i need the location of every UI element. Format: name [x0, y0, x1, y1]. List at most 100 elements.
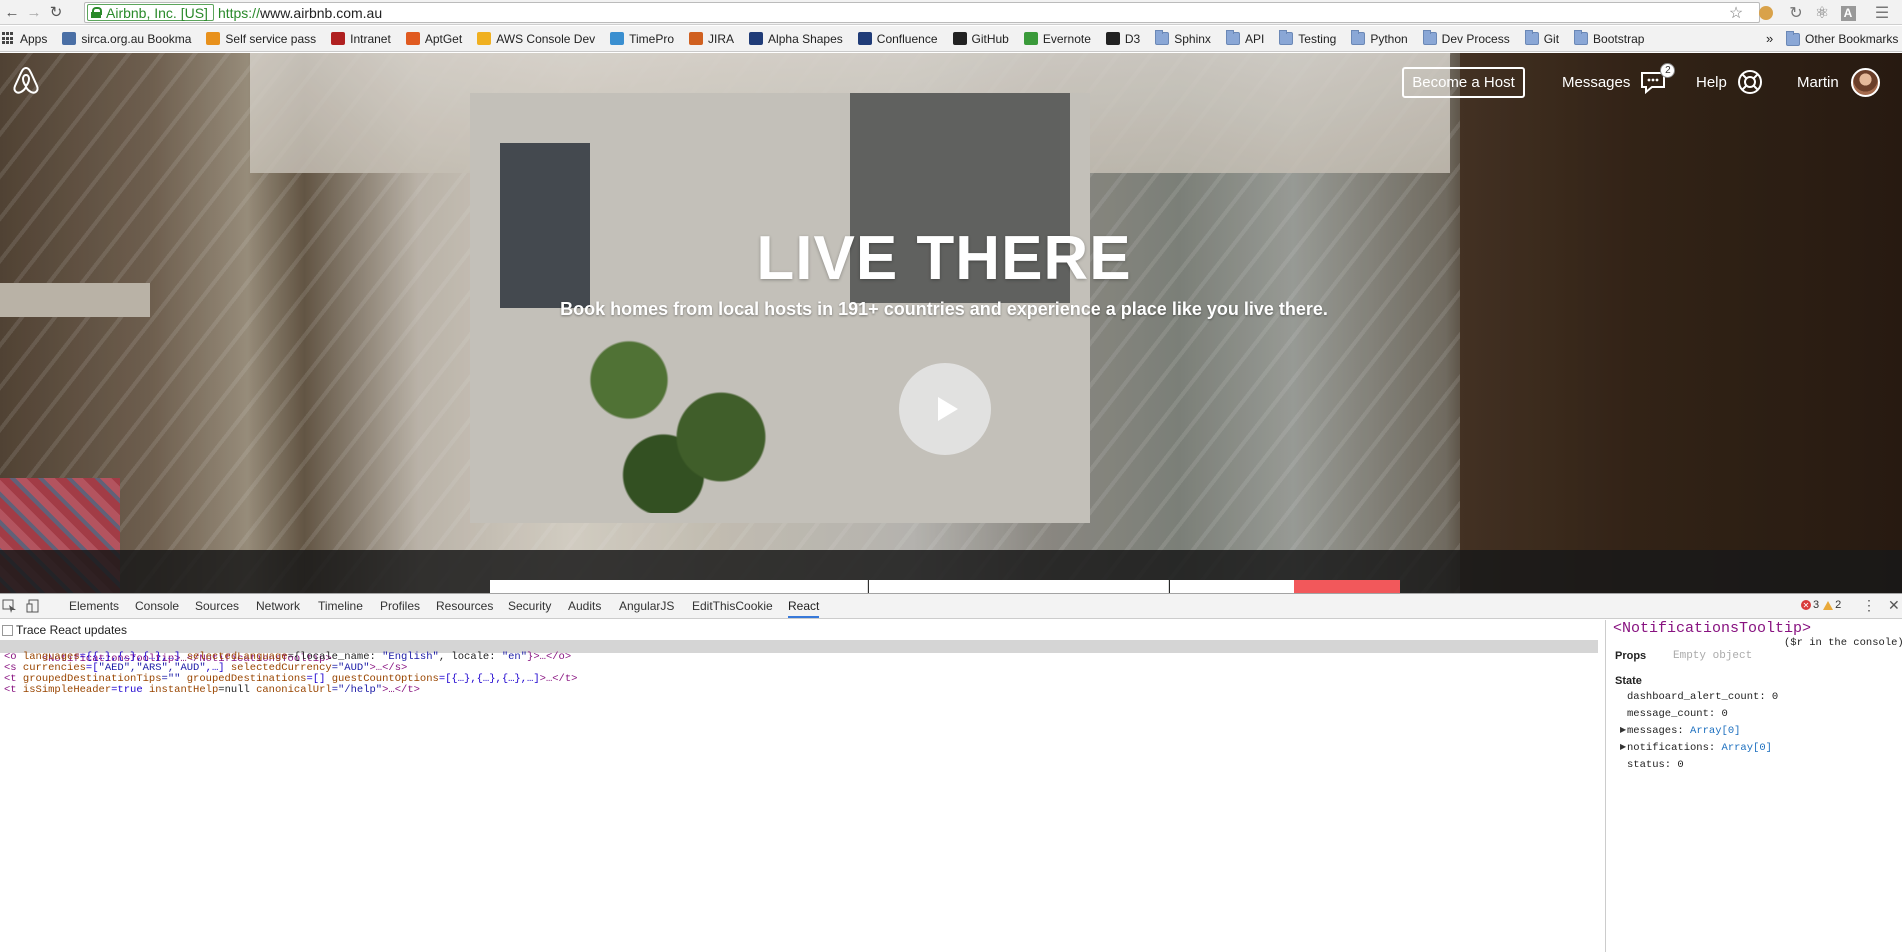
prop-value: =null — [218, 684, 250, 696]
bookmark-item[interactable]: TimePro — [610, 32, 674, 46]
bookmark-item[interactable]: Evernote — [1023, 32, 1091, 46]
play-video-button[interactable] — [899, 363, 991, 455]
bookmark-item[interactable]: Confluence — [857, 32, 938, 46]
airbnb-logo[interactable] — [12, 65, 40, 95]
bookmark-item[interactable]: D3 — [1105, 31, 1141, 46]
trace-updates-checkbox[interactable] — [2, 624, 13, 636]
device-mode-icon[interactable] — [26, 599, 42, 613]
bookmark-item[interactable]: GitHub — [952, 32, 1009, 46]
folder-icon — [1279, 30, 1294, 45]
state-row-expandable[interactable]: ▶ notifications: Array[0] — [1620, 742, 1772, 754]
tree-node-tag: <t — [4, 684, 17, 696]
url-host: www.airbnb.com.au — [259, 4, 383, 21]
tab-audits[interactable]: Audits — [568, 594, 601, 618]
bookmark-item[interactable]: Self service pass — [206, 32, 316, 46]
dates-input[interactable] — [869, 580, 1169, 593]
bookmark-item[interactable]: Python — [1351, 30, 1408, 46]
bookmark-item[interactable]: Apps — [2, 32, 47, 46]
guests-select[interactable] — [1170, 580, 1294, 593]
bookmark-item[interactable]: Testing — [1279, 30, 1336, 46]
tree-node[interactable]: <t isSimpleHeader=true instantHelp=null … — [4, 684, 420, 697]
other-bookmarks[interactable]: Other Bookmarks — [1786, 30, 1898, 46]
forward-icon[interactable]: → — [24, 2, 44, 22]
star-icon[interactable]: ☆ — [1726, 3, 1746, 23]
font-extension-icon[interactable]: A — [1838, 3, 1858, 23]
messages-link[interactable]: Messages 2 — [1562, 63, 1676, 99]
bookmark-label: TimePro — [629, 31, 675, 46]
page-viewport: Become a Host Messages 2 Help Martin LIV… — [0, 53, 1902, 593]
aws-icon — [477, 32, 492, 45]
state-key: notifications: — [1627, 742, 1722, 754]
folder-icon — [1524, 30, 1539, 45]
jira-icon — [689, 32, 704, 45]
extension-refresh-icon[interactable]: ↻ — [1786, 3, 1806, 23]
user-name: Martin — [1797, 73, 1839, 91]
bookmark-item[interactable]: AptGet — [405, 32, 462, 46]
bookmark-label: Intranet — [350, 31, 391, 46]
address-bar[interactable]: Airbnb, Inc. [US] https:// www.airbnb.co… — [84, 2, 1760, 23]
profile-menu[interactable]: Martin — [1797, 65, 1880, 99]
tab-sources[interactable]: Sources — [195, 594, 239, 618]
tab-console[interactable]: Console — [135, 594, 179, 618]
tab-angularjs[interactable]: AngularJS — [619, 594, 674, 618]
confluence-x-icon — [857, 32, 872, 45]
state-value: Array[0] — [1690, 725, 1741, 737]
menu-icon[interactable]: ☰ — [1872, 3, 1892, 23]
props-heading: Props — [1615, 650, 1647, 662]
tab-profiles[interactable]: Profiles — [380, 594, 420, 618]
bookmark-item[interactable]: Dev Process — [1422, 30, 1510, 46]
become-host-button[interactable]: Become a Host — [1402, 67, 1525, 98]
bookmark-label: sirca.org.au Bookma — [81, 31, 192, 46]
hero-title: LIVE THERE — [756, 224, 1132, 293]
state-heading: State — [1615, 675, 1642, 687]
expand-arrow-icon[interactable]: ▶ — [1620, 742, 1626, 752]
tab-resources[interactable]: Resources — [436, 594, 493, 618]
bookmark-item[interactable]: Sphinx — [1155, 30, 1211, 46]
state-row-expandable[interactable]: ▶ messages: Array[0] — [1620, 725, 1741, 737]
more-options-icon[interactable]: ⋮ — [1862, 597, 1876, 614]
react-extension-icon[interactable]: ⚛ — [1812, 3, 1832, 23]
console-error-summary[interactable]: ✕ 3 2 — [1801, 599, 1841, 611]
bookmark-item[interactable]: Bootstrap — [1574, 30, 1644, 46]
tab-react[interactable]: React — [788, 594, 820, 618]
state-row[interactable]: message_count: 0 — [1627, 708, 1728, 720]
close-icon[interactable]: ✕ — [1888, 597, 1900, 614]
tree-node-tag: >…</t> — [382, 684, 420, 696]
bookmark-item[interactable]: API — [1225, 30, 1264, 46]
trace-updates-option[interactable]: Trace React updates — [0, 622, 127, 638]
bookmark-label: D3 — [1124, 31, 1141, 46]
state-row[interactable]: dashboard_alert_count: 0 — [1627, 691, 1778, 703]
play-icon — [938, 397, 958, 421]
bookmark-item[interactable]: sirca.org.au Bookma — [62, 32, 191, 46]
bookmark-item[interactable]: Git — [1524, 30, 1559, 46]
inspect-element-icon[interactable] — [2, 599, 18, 613]
ev-certificate-badge[interactable]: Airbnb, Inc. [US] — [87, 4, 214, 21]
folder-icon — [1422, 30, 1437, 45]
tab-timeline[interactable]: Timeline — [318, 594, 363, 618]
tab-security[interactable]: Security — [508, 594, 551, 618]
lifebuoy-icon — [1737, 70, 1762, 94]
search-button[interactable] — [1294, 580, 1400, 593]
bookmark-item[interactable]: AWS Console Dev — [477, 32, 595, 46]
help-label: Help — [1696, 73, 1727, 91]
help-link[interactable]: Help — [1696, 65, 1763, 99]
tree-node-tag: }>…</o> — [527, 651, 572, 663]
bookmarks-overflow-icon[interactable]: » — [1766, 31, 1773, 46]
react-inspector-sidebar: <NotificationsTooltip> ($r in the consol… — [1607, 620, 1902, 952]
tab-elements[interactable]: Elements — [69, 594, 119, 618]
prop-name: canonicalUrl — [249, 684, 332, 696]
reload-icon[interactable]: ↻ — [46, 2, 66, 22]
location-input[interactable] — [490, 580, 868, 593]
expand-arrow-icon[interactable]: ▶ — [1620, 725, 1626, 735]
cookie-extension-icon[interactable] — [1756, 3, 1776, 23]
tab-network[interactable]: Network — [256, 594, 300, 618]
hero-subtitle: Book homes from local hosts in 191+ coun… — [560, 299, 1328, 319]
bookmark-item[interactable]: Alpha Shapes — [749, 32, 843, 46]
back-icon[interactable]: ← — [2, 2, 22, 22]
state-row[interactable]: status: 0 — [1627, 759, 1684, 771]
bookmark-item[interactable]: JIRA — [689, 32, 734, 46]
folder-icon — [1574, 30, 1589, 45]
bookmark-item[interactable]: Intranet — [331, 32, 391, 46]
tab-editthiscookie[interactable]: EditThisCookie — [692, 594, 773, 618]
timepro-icon — [610, 32, 625, 45]
